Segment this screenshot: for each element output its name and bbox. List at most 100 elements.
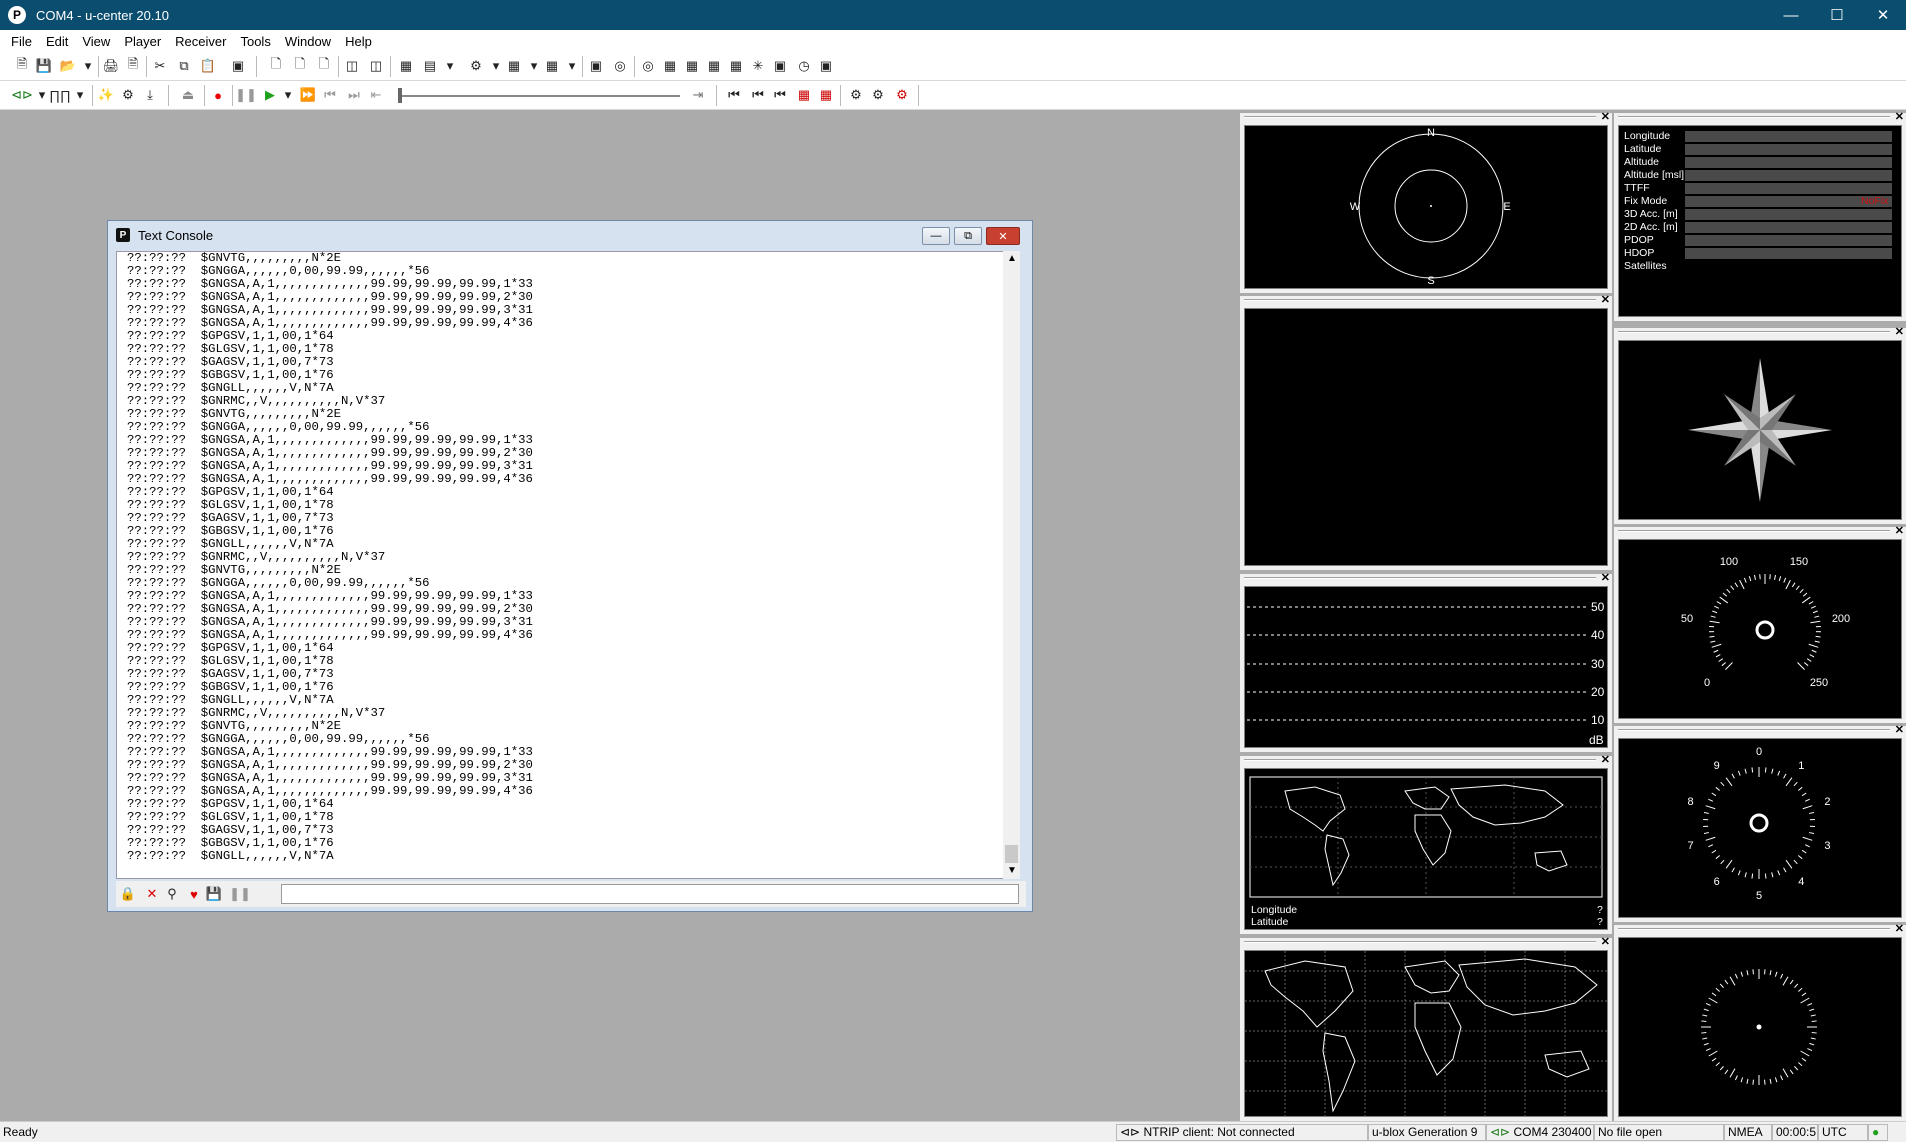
clock-view-icon[interactable]: ◷ xyxy=(794,56,814,76)
heading-tick xyxy=(1746,970,1749,976)
sky-view-icon[interactable]: ◎ xyxy=(610,56,630,76)
menu-help[interactable]: Help xyxy=(338,34,379,49)
camera-view-icon[interactable]: ▣ xyxy=(770,56,790,76)
layout-dropdown-icon[interactable]: ▾ xyxy=(440,56,460,76)
autobauding-icon[interactable]: ✨ xyxy=(96,85,116,105)
minimize-button[interactable]: — xyxy=(1768,0,1814,30)
scroll-thumb[interactable] xyxy=(1005,845,1018,863)
print-icon[interactable]: 🖨 xyxy=(101,56,121,76)
capture-icon[interactable]: ▣ xyxy=(228,56,248,76)
open-folder-icon[interactable]: 📂 xyxy=(58,56,78,76)
play-icon[interactable]: ▶ xyxy=(260,85,280,105)
settings-gear3-icon[interactable]: ⚙ xyxy=(892,85,912,105)
world-map-close-icon[interactable]: ✕ xyxy=(1601,753,1610,766)
print-preview-icon[interactable]: 🗎 xyxy=(123,56,143,76)
scroll-up-icon[interactable]: ▲ xyxy=(1007,253,1017,264)
playback-slider-track[interactable] xyxy=(400,95,680,97)
menu-view[interactable]: View xyxy=(75,34,117,49)
doc-view3-icon[interactable]: 🗋 xyxy=(314,56,334,76)
go-end-icon[interactable]: ⇥ xyxy=(688,85,708,105)
step-forward-icon[interactable]: ⏭ xyxy=(344,85,364,105)
lock-icon[interactable]: 🔒 xyxy=(118,884,138,904)
signal-view-close-icon[interactable]: ✕ xyxy=(1601,571,1610,584)
compass-close-icon[interactable]: ✕ xyxy=(1895,325,1904,338)
console-minimize-button[interactable]: — xyxy=(922,227,950,245)
baudrate-dropdown-icon[interactable]: ▾ xyxy=(70,85,90,105)
rewind-icon[interactable]: ⇤ xyxy=(366,85,386,105)
deviation-view-icon[interactable]: ▦ xyxy=(704,56,724,76)
clock-gauge-close-icon[interactable]: ✕ xyxy=(1895,723,1904,736)
scroll-down-icon[interactable]: ▼ xyxy=(1007,865,1017,876)
fast-forward-icon[interactable]: ⏩ xyxy=(298,85,318,105)
open-dropdown-icon[interactable]: ▾ xyxy=(78,56,98,76)
window-split-icon[interactable]: ◫ xyxy=(342,56,362,76)
cut-icon[interactable]: ✂ xyxy=(150,56,170,76)
window-split2-icon[interactable]: ◫ xyxy=(366,56,386,76)
compass-view-icon[interactable]: ◎ xyxy=(638,56,658,76)
console-text-area[interactable]: ??:??:?? $GNVTG,,,,,,,,,N*2E??:??:?? $GN… xyxy=(116,251,1016,879)
heading-gauge-close-icon[interactable]: ✕ xyxy=(1895,922,1904,935)
message-view-icon[interactable]: ▦ xyxy=(794,85,814,105)
message-add-icon[interactable]: ▦ xyxy=(816,85,836,105)
speed-gauge-close-icon[interactable]: ✕ xyxy=(1895,524,1904,537)
config-icon[interactable]: ⚙ xyxy=(466,56,486,76)
config-dropdown-icon[interactable]: ▾ xyxy=(486,56,506,76)
layout-icon[interactable]: ▤ xyxy=(420,56,440,76)
play-dropdown-icon[interactable]: ▾ xyxy=(278,85,298,105)
table-dropdown-icon[interactable]: ▾ xyxy=(562,56,582,76)
doc-view-icon[interactable]: 🗋 xyxy=(266,56,286,76)
console-scrollbar[interactable]: ▲ ▼ xyxy=(1003,251,1020,879)
menu-receiver[interactable]: Receiver xyxy=(168,34,233,49)
console-close-button[interactable]: ✕ xyxy=(986,227,1020,245)
heart-icon[interactable]: ♥ xyxy=(184,884,204,904)
step-back-icon[interactable]: ⏮ xyxy=(320,85,340,105)
menu-edit[interactable]: Edit xyxy=(39,34,75,49)
clear-icon[interactable]: ✕ xyxy=(142,884,162,904)
new-file-icon[interactable]: 🗎 xyxy=(12,56,32,76)
close-button[interactable]: ✕ xyxy=(1860,0,1906,30)
chart-icon[interactable]: ▦ xyxy=(504,56,524,76)
cold-start-icon[interactable]: ⏮ xyxy=(770,85,790,105)
blank-view-close-icon[interactable]: ✕ xyxy=(1601,293,1610,306)
pause-icon[interactable]: ❚❚ xyxy=(235,85,257,105)
download-icon[interactable]: ⤓ xyxy=(140,85,160,105)
filter-icon[interactable]: ⚲ xyxy=(162,884,182,904)
copy-icon[interactable]: ⧉ xyxy=(174,56,194,76)
console-view-icon[interactable]: ▦ xyxy=(396,56,416,76)
paste-icon[interactable]: 📋 xyxy=(198,56,218,76)
baudrate-icon[interactable]: ∏∏ xyxy=(49,85,70,105)
hot-start-icon[interactable]: ⏮ xyxy=(724,85,744,105)
console-command-input[interactable] xyxy=(281,884,1019,904)
table-view-icon[interactable]: ▦ xyxy=(726,56,746,76)
save-icon[interactable]: 💾 xyxy=(34,56,54,76)
star-view-icon[interactable]: ✳ xyxy=(748,56,768,76)
maximize-button[interactable]: ☐ xyxy=(1814,0,1860,30)
table-icon[interactable]: ▦ xyxy=(542,56,562,76)
signal-view-icon[interactable]: ▦ xyxy=(660,56,680,76)
doc-view2-icon[interactable]: 🗋 xyxy=(290,56,310,76)
debug-icon[interactable]: ⚙ xyxy=(118,85,138,105)
globe-view-icon[interactable]: ▣ xyxy=(816,56,836,76)
histogram-view-icon[interactable]: ▦ xyxy=(682,56,702,76)
settings-gear-icon[interactable]: ⚙ xyxy=(846,85,866,105)
console-title-bar[interactable]: P Text Console — ⧉ ✕ xyxy=(108,221,1032,249)
menu-window[interactable]: Window xyxy=(278,34,338,49)
speed-label-150: 150 xyxy=(1790,556,1808,568)
menu-tools[interactable]: Tools xyxy=(233,34,277,49)
sky-view-close-icon[interactable]: ✕ xyxy=(1601,110,1610,123)
console-restore-button[interactable]: ⧉ xyxy=(954,227,982,245)
playback-slider-thumb[interactable] xyxy=(398,88,402,103)
save-log-icon[interactable]: 💾 xyxy=(204,884,224,904)
warm-start-icon[interactable]: ⏮ xyxy=(748,85,768,105)
chart-dropdown-icon[interactable]: ▾ xyxy=(524,56,544,76)
menu-player[interactable]: Player xyxy=(117,34,168,49)
pause-console-icon[interactable]: ❚❚ xyxy=(229,884,251,904)
world-map-large-close-icon[interactable]: ✕ xyxy=(1601,935,1610,948)
settings-gear2-icon[interactable]: ⚙ xyxy=(868,85,888,105)
data-view-close-icon[interactable]: ✕ xyxy=(1895,110,1904,123)
eject-icon[interactable]: ⏏ xyxy=(178,85,198,105)
menu-file[interactable]: File xyxy=(4,34,39,49)
record-icon[interactable]: ● xyxy=(208,85,228,105)
map-view-icon[interactable]: ▣ xyxy=(586,56,606,76)
connection-icon[interactable]: ⊲⊳ xyxy=(11,85,33,105)
